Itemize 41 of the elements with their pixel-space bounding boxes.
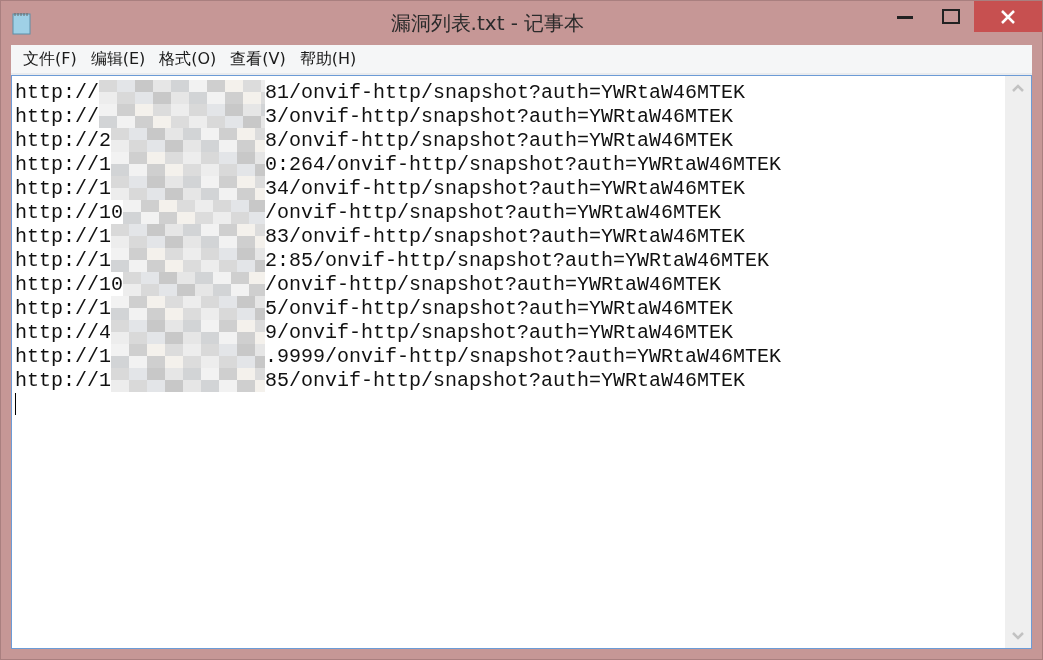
- text-line: 81/onvif-http/snapshot?auth=YWRtaW46MTEK: [265, 80, 746, 104]
- text-line: http://1: [15, 224, 111, 248]
- text-line: 2:85/onvif-http/snapshot?auth=YWRtaW46MTEK: [265, 248, 770, 272]
- text-line: 5/onvif-http/snapshot?auth=YWRtaW46MTEK: [265, 296, 734, 320]
- menu-item[interactable]: 查看(V): [224, 46, 292, 72]
- text-line: /onvif-http/snapshot?auth=YWRtaW46MTEK: [265, 200, 722, 224]
- text-line: http://: [15, 80, 99, 104]
- text-line: .9999/onvif-http/snapshot?auth=YWRtaW46MTEK: [265, 344, 782, 368]
- text-line: http://1: [15, 176, 111, 200]
- text-line: http://: [15, 104, 99, 128]
- close-button[interactable]: [974, 1, 1042, 32]
- text-line: /onvif-http/snapshot?auth=YWRtaW46MTEK: [265, 272, 722, 296]
- text-line: 9/onvif-http/snapshot?auth=YWRtaW46MTEK: [265, 320, 734, 344]
- text-line: http://1: [15, 296, 111, 320]
- text-caret: [15, 393, 16, 415]
- text-line: http://1: [15, 368, 111, 392]
- text-line: http://1: [15, 248, 111, 272]
- vertical-scrollbar[interactable]: [1005, 76, 1031, 648]
- text-line: 85/onvif-http/snapshot?auth=YWRtaW46MTEK: [265, 368, 746, 392]
- maximize-icon: [942, 9, 960, 24]
- menu-item[interactable]: 文件(F): [17, 46, 83, 72]
- text-line: 83/onvif-http/snapshot?auth=YWRtaW46MTEK: [265, 224, 746, 248]
- scroll-down-icon: [1012, 632, 1024, 640]
- text-line: 8/onvif-http/snapshot?auth=YWRtaW46MTEK: [265, 128, 734, 152]
- minimize-icon: [897, 14, 913, 19]
- text-line: http://10: [15, 272, 124, 296]
- text-line: 0:264/onvif-http/snapshot?auth=YWRtaW46MTEK: [265, 152, 782, 176]
- menu-item[interactable]: 编辑(E): [84, 46, 152, 72]
- menu-item[interactable]: 帮助(H): [293, 46, 363, 72]
- close-icon: [1001, 9, 1015, 24]
- text-line: http://2: [15, 128, 111, 152]
- menu-item[interactable]: 格式(O): [153, 46, 223, 72]
- text-line: http://1: [15, 344, 111, 368]
- text-line: 34/onvif-http/snapshot?auth=YWRtaW46MTEK: [265, 176, 746, 200]
- text-line: http://4: [15, 320, 111, 344]
- text-line: http://10: [15, 200, 124, 224]
- text-line: http://1: [15, 152, 111, 176]
- scroll-up-icon: [1012, 84, 1024, 92]
- text-line: 3/onvif-http/snapshot?auth=YWRtaW46MTEK: [265, 104, 734, 128]
- notepad-icon: [11, 11, 33, 35]
- window-title: 漏洞列表.txt - 记事本: [389, 9, 586, 37]
